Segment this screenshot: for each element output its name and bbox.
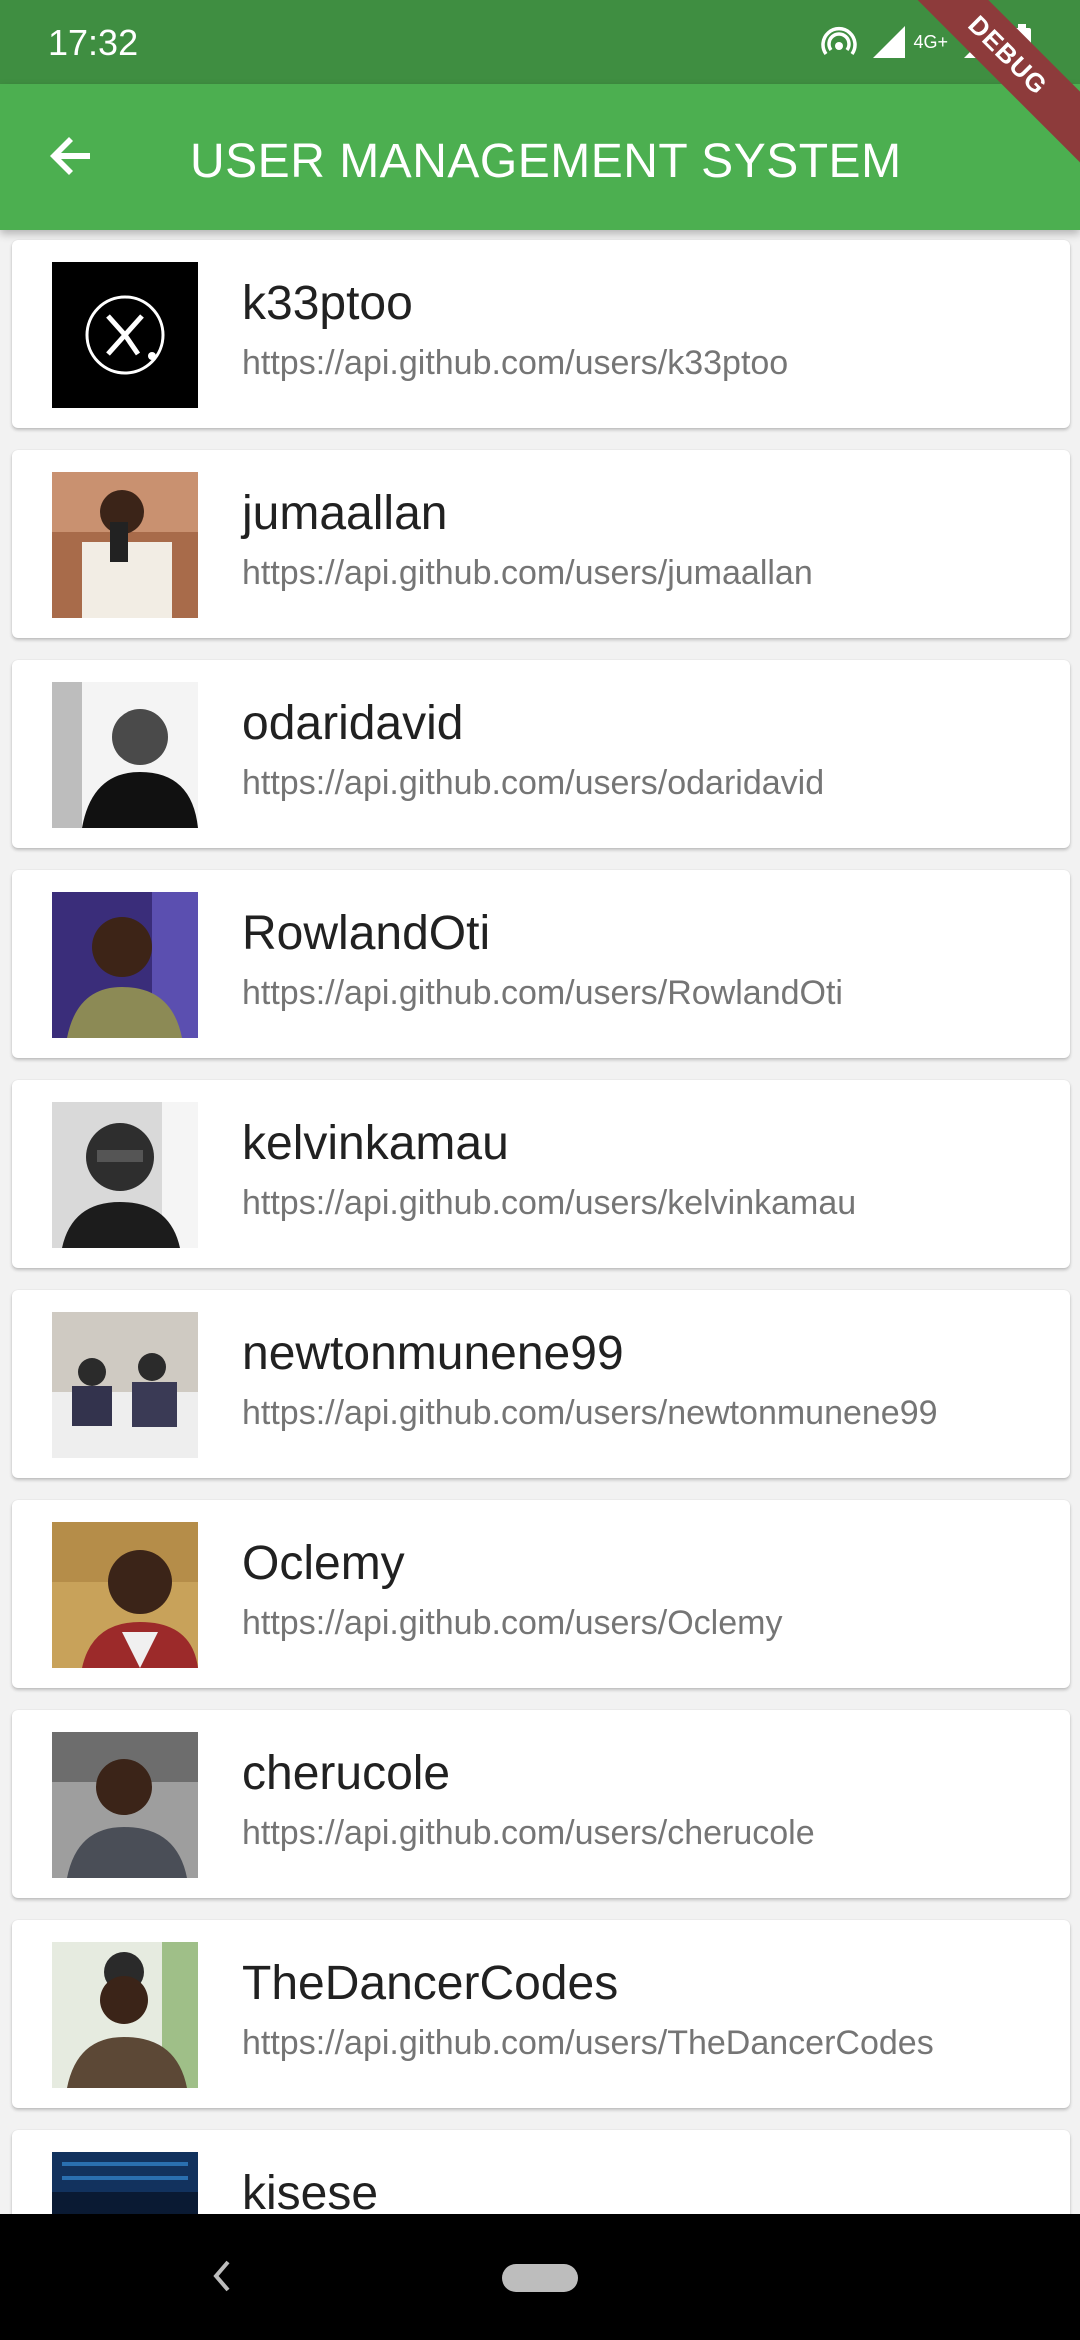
user-login: odaridavid [242,697,464,750]
user-url: https://api.github.com/users/k33ptoo [242,344,789,382]
app-bar: USER MANAGEMENT SYSTEM [0,84,1080,230]
nav-back-icon[interactable] [206,2256,236,2296]
user-card[interactable]: kelvinkamau https://api.github.com/users… [12,1080,1070,1268]
user-card[interactable]: newtonmunene99 https://api.github.com/us… [12,1290,1070,1478]
avatar [52,1522,198,1668]
avatar [52,892,198,1038]
status-time: 17:32 [48,22,139,63]
signal-icon [873,26,906,58]
back-button[interactable] [42,126,102,186]
avatar [52,1102,198,1248]
user-login: TheDancerCodes [242,1957,619,2010]
user-login: jumaallan [242,487,448,540]
user-login: kisese [242,2167,379,2214]
hotspot-icon [821,26,858,56]
user-login: cherucole [242,1747,451,1800]
avatar [52,1312,198,1458]
system-nav-bar [0,2214,1080,2340]
user-card[interactable]: RowlandOti https://api.github.com/users/… [12,870,1070,1058]
arrow-back-icon [50,137,90,175]
avatar [52,682,198,828]
avatar [52,1942,198,2088]
avatar [52,2152,198,2214]
user-login: kelvinkamau [242,1117,509,1170]
avatar [52,1732,198,1878]
status-bar: 17:32 4G+ [0,0,1080,84]
user-url: https://api.github.com/users/Oclemy [242,1604,783,1642]
user-list[interactable]: k33ptoo https://api.github.com/users/k33… [0,230,1080,2214]
user-url: https://api.github.com/users/kelvinkamau [242,1184,857,1222]
user-card[interactable]: k33ptoo https://api.github.com/users/k33… [12,240,1070,428]
user-card[interactable]: odaridavid https://api.github.com/users/… [12,660,1070,848]
4g-plus-icon: 4G+ [913,32,948,52]
user-url: https://api.github.com/users/jumaallan [242,554,813,592]
user-card[interactable]: kisese [12,2130,1070,2214]
user-url: https://api.github.com/users/cherucole [242,1814,815,1852]
avatar [52,262,198,408]
user-card[interactable]: jumaallan https://api.github.com/users/j… [12,450,1070,638]
user-card[interactable]: Oclemy https://api.github.com/users/Ocle… [12,1500,1070,1688]
page-title: USER MANAGEMENT SYSTEM [190,135,902,188]
user-login: k33ptoo [242,277,413,330]
nav-home-pill[interactable] [502,2264,578,2292]
user-url: https://api.github.com/users/RowlandOti [242,974,843,1012]
user-login: Oclemy [242,1537,405,1590]
user-card[interactable]: TheDancerCodes https://api.github.com/us… [12,1920,1070,2108]
user-url: https://api.github.com/users/newtonmunen… [242,1394,938,1432]
user-url: https://api.github.com/users/odaridavid [242,764,825,802]
user-login: RowlandOti [242,907,491,960]
user-login: newtonmunene99 [242,1327,624,1380]
user-url: https://api.github.com/users/TheDancerCo… [242,2024,934,2062]
avatar [52,472,198,618]
user-card[interactable]: cherucole https://api.github.com/users/c… [12,1710,1070,1898]
